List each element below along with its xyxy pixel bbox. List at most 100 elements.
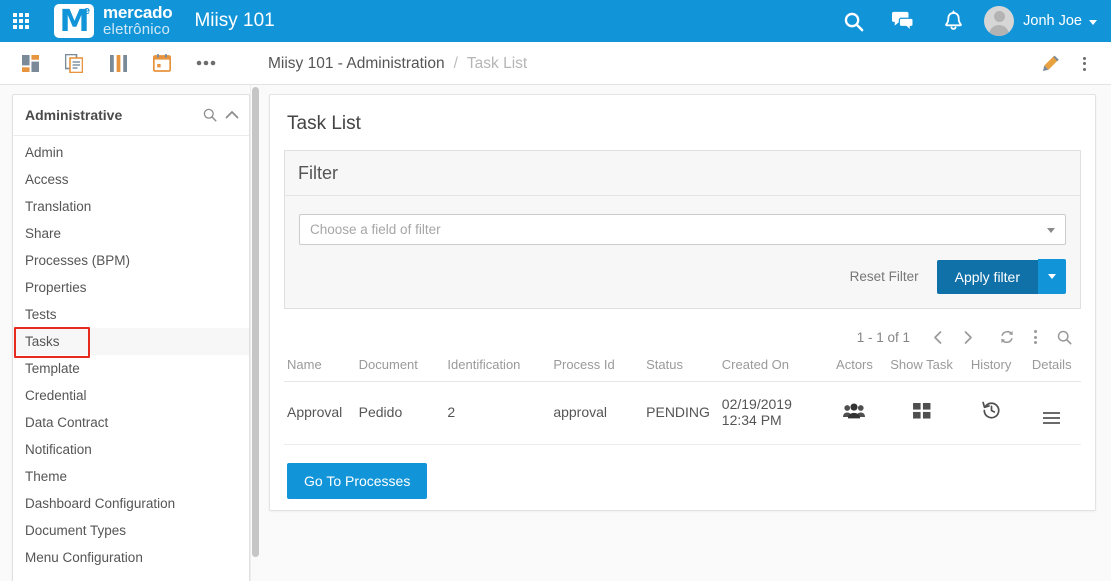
breadcrumb-root[interactable]: Miisy 101 - Administration — [268, 55, 445, 73]
bell-icon[interactable] — [928, 0, 978, 42]
cell-created-on-date: 02/19/2019 — [721, 396, 792, 412]
task-table: Name Document Identification Process Id … — [284, 357, 1081, 445]
apply-filter-button[interactable]: Apply filter — [936, 259, 1038, 294]
column-header-history[interactable]: History — [959, 357, 1023, 382]
search-icon[interactable] — [828, 0, 878, 42]
columns-icon[interactable] — [96, 42, 140, 85]
sidebar-item-label: Data Contract — [25, 415, 109, 430]
apps-grid-icon[interactable] — [0, 0, 42, 42]
brand-logo[interactable]: M e mercado eletrônico — [54, 4, 173, 38]
column-header-document[interactable]: Document — [358, 357, 448, 382]
sidebar-item-theme[interactable]: Theme — [13, 463, 249, 490]
toolbar-right-actions — [1033, 42, 1101, 85]
grid-squares-icon[interactable] — [912, 402, 931, 419]
chevron-down-icon — [1089, 19, 1097, 25]
sidebar-title: Administrative — [25, 107, 123, 123]
go-to-processes-button[interactable]: Go To Processes — [287, 463, 428, 499]
history-clock-icon[interactable] — [981, 401, 1001, 420]
chevron-right-icon[interactable] — [953, 323, 982, 351]
sidebar-item-translation[interactable]: Translation — [13, 193, 249, 220]
more-vertical-icon[interactable] — [1021, 323, 1050, 351]
column-header-process-id[interactable]: Process Id — [553, 357, 647, 382]
apps-grid-dots — [13, 13, 29, 29]
column-header-created-on[interactable]: Created On — [721, 357, 826, 382]
cell-actors — [825, 381, 884, 445]
sidebar-item-properties[interactable]: Properties — [13, 274, 249, 301]
sidebar-panel: Administrative Admin Access Translation … — [12, 94, 250, 581]
sidebar-item-label: Share — [25, 226, 62, 241]
apply-filter-dropdown-toggle[interactable] — [1038, 259, 1066, 294]
avatar-head — [993, 11, 1005, 22]
user-name-label: Jonh Joe — [1023, 13, 1082, 29]
column-header-show-task[interactable]: Show Task — [883, 357, 960, 382]
more-vertical-dots — [1034, 330, 1037, 344]
sidebar-item-share[interactable]: Share — [13, 220, 249, 247]
breadcrumb-separator: / — [453, 54, 458, 72]
filter-field-placeholder: Choose a field of filter — [310, 222, 441, 237]
sidebar-item-label: Properties — [25, 280, 87, 295]
sidebar-item-label: Notification — [25, 442, 92, 457]
edit-pencil-icon[interactable] — [1033, 42, 1067, 85]
sidebar-scrollbar[interactable] — [250, 85, 259, 581]
reset-filter-button[interactable]: Reset Filter — [850, 269, 919, 284]
cell-created-on: 02/19/2019 12:34 PM — [721, 381, 826, 445]
chat-icon[interactable] — [878, 0, 928, 42]
sidebar-item-tests[interactable]: Tests — [13, 301, 249, 328]
chevron-left-icon[interactable] — [924, 323, 953, 351]
secondary-toolbar: Miisy 101 - Administration / Task List — [0, 42, 1111, 85]
task-table-body: Approval Pedido 2 approval PENDING 02/19… — [284, 381, 1081, 445]
main-column: Task List Filter Choose a field of filte… — [259, 85, 1111, 581]
sidebar-item-access[interactable]: Access — [13, 166, 249, 193]
avatar — [984, 6, 1015, 36]
more-horizontal-icon[interactable] — [184, 42, 228, 85]
cell-document: Pedido — [358, 381, 448, 445]
sidebar-item-label: Processes (BPM) — [25, 253, 131, 268]
scrollbar-thumb[interactable] — [252, 87, 259, 557]
search-icon[interactable] — [1050, 323, 1079, 351]
sidebar-item-label: Template — [25, 361, 80, 376]
sidebar-item-data-contract[interactable]: Data Contract — [13, 409, 249, 436]
user-menu[interactable]: Jonh Joe — [978, 6, 1097, 36]
filter-field-select[interactable]: Choose a field of filter — [299, 214, 1066, 245]
filter-heading: Filter — [285, 151, 1080, 196]
more-vertical-dots — [1082, 56, 1086, 71]
pagination-bar: 1 - 1 of 1 — [270, 309, 1095, 351]
sidebar-item-label: Document Types — [25, 523, 127, 538]
filter-actions: Reset Filter Apply filter — [299, 259, 1066, 294]
sidebar-item-template[interactable]: Template — [13, 355, 249, 382]
sidebar-item-menu-configuration[interactable]: Menu Configuration — [13, 544, 249, 571]
more-vertical-icon[interactable] — [1067, 42, 1101, 85]
hamburger-menu-icon[interactable] — [1043, 411, 1061, 424]
refresh-icon[interactable] — [992, 323, 1021, 351]
chevron-down-icon — [1048, 274, 1056, 279]
documents-icon[interactable] — [52, 42, 96, 85]
sidebar-header: Administrative — [13, 95, 249, 136]
cell-created-on-time: 12:34 PM — [721, 412, 782, 428]
sidebar-item-notification[interactable]: Notification — [13, 436, 249, 463]
sidebar-item-credential[interactable]: Credential — [13, 382, 249, 409]
sidebar-item-admin[interactable]: Admin — [13, 139, 249, 166]
sidebar-item-label: Tests — [25, 307, 57, 322]
filter-body: Choose a field of filter Reset Filter Ap… — [285, 196, 1080, 308]
column-header-actors[interactable]: Actors — [825, 357, 884, 382]
search-icon[interactable] — [203, 108, 217, 122]
sidebar-item-processes-bpm[interactable]: Processes (BPM) — [13, 247, 249, 274]
sidebar-item-tasks[interactable]: Tasks — [13, 327, 249, 358]
column-header-status[interactable]: Status — [646, 357, 722, 382]
sidebar-item-dashboard-configuration[interactable]: Dashboard Configuration — [13, 490, 249, 517]
sidebar-item-document-types[interactable]: Document Types — [13, 517, 249, 544]
sidebar-item-label: Dashboard Configuration — [25, 496, 176, 511]
breadcrumb: Miisy 101 - Administration / Task List — [268, 42, 527, 85]
column-header-identification[interactable]: Identification — [447, 357, 554, 382]
sidebar-item-label: Tasks — [25, 334, 60, 349]
column-header-name[interactable]: Name — [284, 357, 359, 382]
task-list-panel: Task List Filter Choose a field of filte… — [269, 94, 1096, 511]
chevron-up-icon[interactable] — [225, 110, 239, 120]
table-row[interactable]: Approval Pedido 2 approval PENDING 02/19… — [284, 381, 1081, 445]
calendar-icon[interactable] — [140, 42, 184, 85]
sidebar-column: Administrative Admin Access Translation … — [0, 85, 259, 581]
cell-status: PENDING — [646, 381, 722, 445]
users-group-icon[interactable] — [843, 402, 866, 419]
dashboard-icon[interactable] — [8, 42, 52, 85]
column-header-details[interactable]: Details — [1022, 357, 1081, 382]
